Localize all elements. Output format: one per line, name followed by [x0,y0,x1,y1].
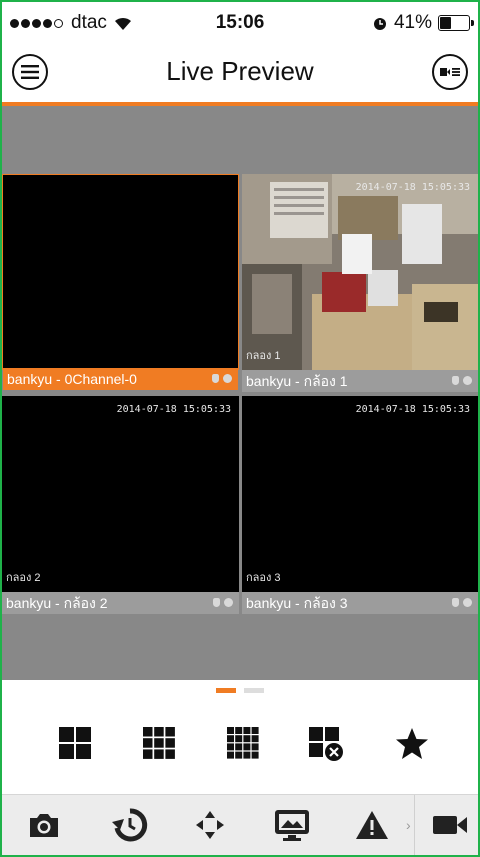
tile-indicators [213,598,233,607]
battery-icon [438,15,474,31]
ptz-arrows-icon[interactable] [190,807,230,843]
preview-bottom-area [2,614,478,680]
screen-display-icon[interactable] [272,807,312,843]
bottom-toolbar: › [2,794,478,855]
video-tile-0[interactable]: bankyu - 0Channel-0 [2,174,239,390]
battery-percent: 41% [393,12,432,33]
tile-channel-name: bankyu - กล้อง 1 [246,373,348,389]
snapshot-camera-icon[interactable] [24,807,64,843]
tile-indicators [452,598,472,607]
close-all-icon[interactable] [308,726,344,762]
tile-channel-name: bankyu - กล้อง 3 [246,595,348,611]
tile-label-bar: bankyu - 0Channel-0 [3,368,238,390]
tile-osd-label: กลอง 2 [6,572,41,584]
alarm-clock-icon [373,18,386,30]
page-indicator [2,688,478,693]
status-dot-icon [463,376,472,385]
tile-timestamp: 2014-07-18 15:05:33 [116,404,231,415]
status-bar: dtac 15:06 41% [2,2,478,42]
video-tile-3[interactable]: 2014-07-18 15:05:33 กลอง 3 bankyu - กล้อ… [242,396,478,614]
video-grid: bankyu - 0Channel-0 2014-07-18 15:05:33 … [2,174,478,614]
status-dot-icon [223,374,232,383]
page-dot-2[interactable] [244,688,264,693]
tile-channel-name: bankyu - กล้อง 2 [6,595,108,611]
tile-label-bar: bankyu - กล้อง 1 [242,370,478,392]
grid-3x3-icon[interactable] [142,726,178,762]
status-dot-icon [224,598,233,607]
alarm-warning-icon[interactable] [352,807,392,843]
grid-2x2-icon[interactable] [58,726,94,762]
camera-list-icon [440,68,460,76]
tile-indicators [452,376,472,385]
tile-timestamp: 2014-07-18 15:05:33 [355,404,470,415]
tile-label-bar: bankyu - กล้อง 3 [242,592,478,614]
microphone-icon [212,374,219,383]
tile-channel-name: bankyu - 0Channel-0 [7,371,137,387]
device-list-button[interactable] [432,54,468,90]
tile-indicators [212,374,232,383]
tile-label-bar: bankyu - กล้อง 2 [2,592,239,614]
video-tile-1[interactable]: 2014-07-18 15:05:33 กลอง 1 bankyu - กล้อ… [242,174,478,392]
camera-feed-image [242,174,478,370]
favorite-star-icon[interactable] [394,726,430,762]
grid-4x4-icon[interactable] [226,726,262,762]
video-tile-2[interactable]: 2014-07-18 15:05:33 กลอง 2 bankyu - กล้อ… [2,396,239,614]
microphone-icon [213,598,220,607]
tile-timestamp: 2014-07-18 15:05:33 [355,182,470,193]
microphone-icon [452,598,459,607]
status-right: 41% [372,12,474,34]
app-frame: dtac 15:06 41% Live Preview bankyu - 0Ch… [0,0,480,857]
tile-osd-label: กลอง 1 [246,350,281,362]
microphone-icon [452,376,459,385]
playback-history-icon[interactable] [110,807,150,843]
page-title: Live Preview [166,56,314,86]
more-chevron-icon[interactable]: › [406,817,411,833]
toolbar-separator [414,795,415,855]
nav-bar: Live Preview [2,42,478,106]
record-video-icon[interactable] [430,807,470,843]
page-dot-1[interactable] [216,688,236,693]
status-dot-icon [463,598,472,607]
preview-top-area [2,106,478,174]
layout-options-bar [2,716,478,776]
tile-osd-label: กลอง 3 [246,572,281,584]
